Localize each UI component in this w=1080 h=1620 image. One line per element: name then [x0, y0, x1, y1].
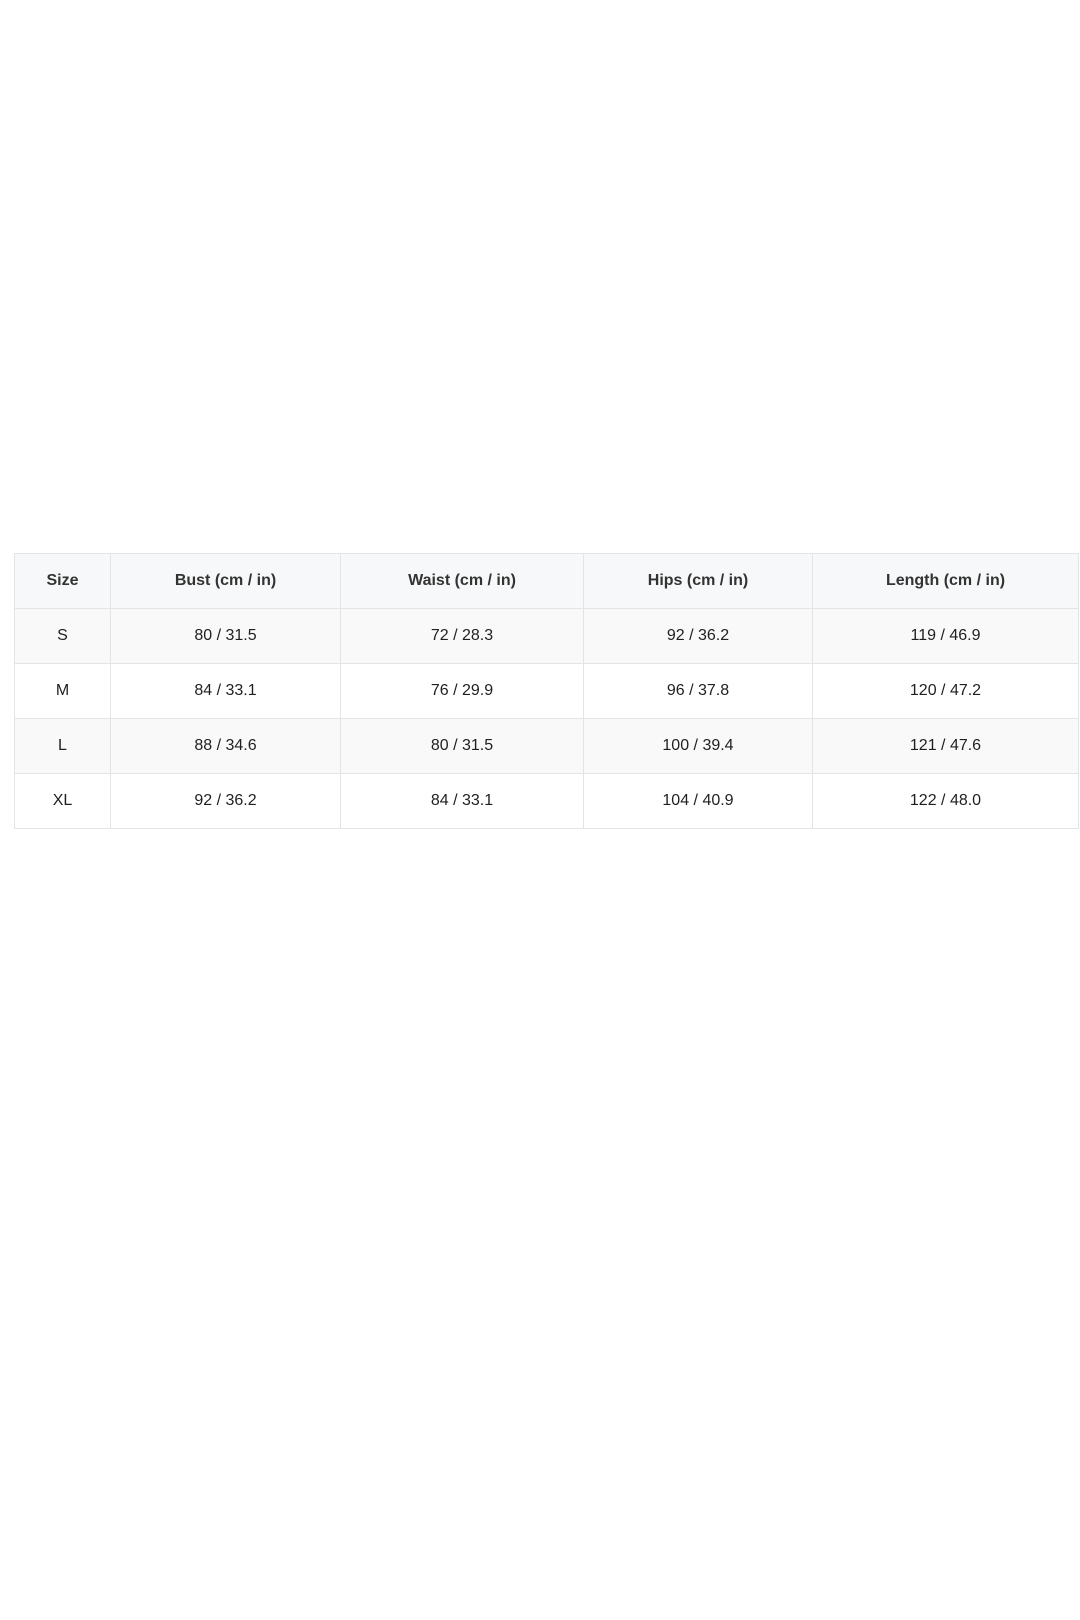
cell-hips: 92 / 36.2 [583, 608, 813, 664]
cell-size: M [14, 663, 111, 719]
header-length: Length (cm / in) [812, 553, 1079, 609]
size-chart-header: Size Bust (cm / in) Waist (cm / in) Hips… [14, 553, 1079, 609]
cell-hips: 100 / 39.4 [583, 718, 813, 774]
cell-length: 122 / 48.0 [812, 773, 1079, 829]
cell-waist: 76 / 29.9 [340, 663, 584, 719]
cell-hips: 96 / 37.8 [583, 663, 813, 719]
cell-waist: 72 / 28.3 [340, 608, 584, 664]
cell-bust: 80 / 31.5 [110, 608, 341, 664]
table-row: XL 92 / 36.2 84 / 33.1 104 / 40.9 122 / … [14, 773, 1079, 829]
header-waist: Waist (cm / in) [340, 553, 584, 609]
size-chart-body: S 80 / 31.5 72 / 28.3 92 / 36.2 119 / 46… [14, 608, 1079, 829]
header-hips: Hips (cm / in) [583, 553, 813, 609]
cell-size: XL [14, 773, 111, 829]
cell-hips: 104 / 40.9 [583, 773, 813, 829]
cell-waist: 84 / 33.1 [340, 773, 584, 829]
table-row: S 80 / 31.5 72 / 28.3 92 / 36.2 119 / 46… [14, 608, 1079, 664]
table-row: L 88 / 34.6 80 / 31.5 100 / 39.4 121 / 4… [14, 718, 1079, 774]
cell-bust: 92 / 36.2 [110, 773, 341, 829]
cell-size: L [14, 718, 111, 774]
cell-waist: 80 / 31.5 [340, 718, 584, 774]
size-chart-table: Size Bust (cm / in) Waist (cm / in) Hips… [14, 553, 1079, 829]
cell-length: 120 / 47.2 [812, 663, 1079, 719]
cell-length: 119 / 46.9 [812, 608, 1079, 664]
cell-bust: 88 / 34.6 [110, 718, 341, 774]
cell-bust: 84 / 33.1 [110, 663, 341, 719]
header-row: Size Bust (cm / in) Waist (cm / in) Hips… [14, 553, 1079, 609]
header-bust: Bust (cm / in) [110, 553, 341, 609]
cell-size: S [14, 608, 111, 664]
header-size: Size [14, 553, 111, 609]
table-row: M 84 / 33.1 76 / 29.9 96 / 37.8 120 / 47… [14, 663, 1079, 719]
cell-length: 121 / 47.6 [812, 718, 1079, 774]
